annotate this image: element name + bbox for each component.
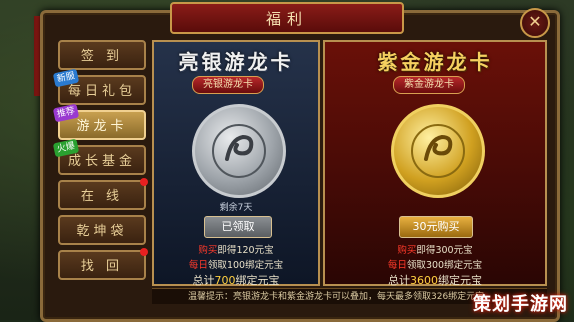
silver-claimed-button[interactable]: 已领取: [204, 216, 272, 238]
silver-remaining-days: 剩余7天: [219, 203, 253, 213]
menu-item-5[interactable]: 乾坤袋: [58, 215, 146, 245]
gold-total-line: 总计3600绑定元宝: [388, 274, 482, 287]
window-title: 福利: [265, 10, 308, 28]
menu-item-0[interactable]: 签 到: [58, 40, 146, 70]
gold-daily-line: 每日领取300绑定元宝: [387, 260, 483, 271]
silver-dragon-card: 亮银游龙卡 亮银游龙卡 剩余7天 已领取 购买即得120元宝 每日领取100绑定…: [152, 40, 320, 287]
menu-item-1[interactable]: 每日礼包 新服: [52, 68, 146, 105]
notification-dot-icon: [140, 178, 148, 186]
menu-item-label: 乾坤袋: [76, 224, 128, 239]
gold-card-title: 紫金游龙卡: [377, 50, 493, 74]
menu-item-4[interactable]: 在 线: [58, 178, 148, 210]
notification-dot-icon: [140, 248, 148, 256]
silver-total-line: 总计700绑定元宝: [192, 274, 280, 287]
silver-buy-line: 购买即得120元宝: [198, 245, 274, 256]
watermark: 策划手游网: [473, 294, 568, 315]
silver-dragon-coin-icon: [192, 104, 286, 198]
menu-item-label: 游龙卡: [76, 119, 128, 134]
gold-buy-button[interactable]: 30元购买: [399, 216, 473, 238]
gold-buy-line: 购买即得300元宝: [397, 245, 473, 256]
menu-item-2[interactable]: 游龙卡 推荐: [52, 103, 146, 140]
gold-dragon-coin-icon: [391, 104, 485, 198]
menu-item-label: 成长基金: [67, 154, 136, 169]
menu-item-label: 找 回: [80, 259, 124, 274]
menu-item-label: 签 到: [80, 49, 124, 64]
menu-item-label: 每日礼包: [67, 84, 136, 99]
silver-daily-line: 每日领取100绑定元宝: [188, 260, 284, 271]
gold-dragon-card: 紫金游龙卡 紫金游龙卡 30元购买 购买即得300元宝 每日领取300绑定元宝 …: [323, 40, 547, 287]
menu-item-3[interactable]: 成长基金 火爆: [52, 138, 146, 175]
title-bar: 福利: [170, 2, 404, 34]
gold-card-subtitle: 紫金游龙卡: [393, 76, 465, 94]
silver-card-title: 亮银游龙卡: [178, 50, 294, 74]
menu-item-6[interactable]: 找 回: [58, 248, 148, 280]
menu-item-label: 在 线: [80, 189, 124, 204]
close-icon[interactable]: ✕: [520, 8, 550, 38]
silver-card-subtitle: 亮银游龙卡: [192, 76, 264, 94]
